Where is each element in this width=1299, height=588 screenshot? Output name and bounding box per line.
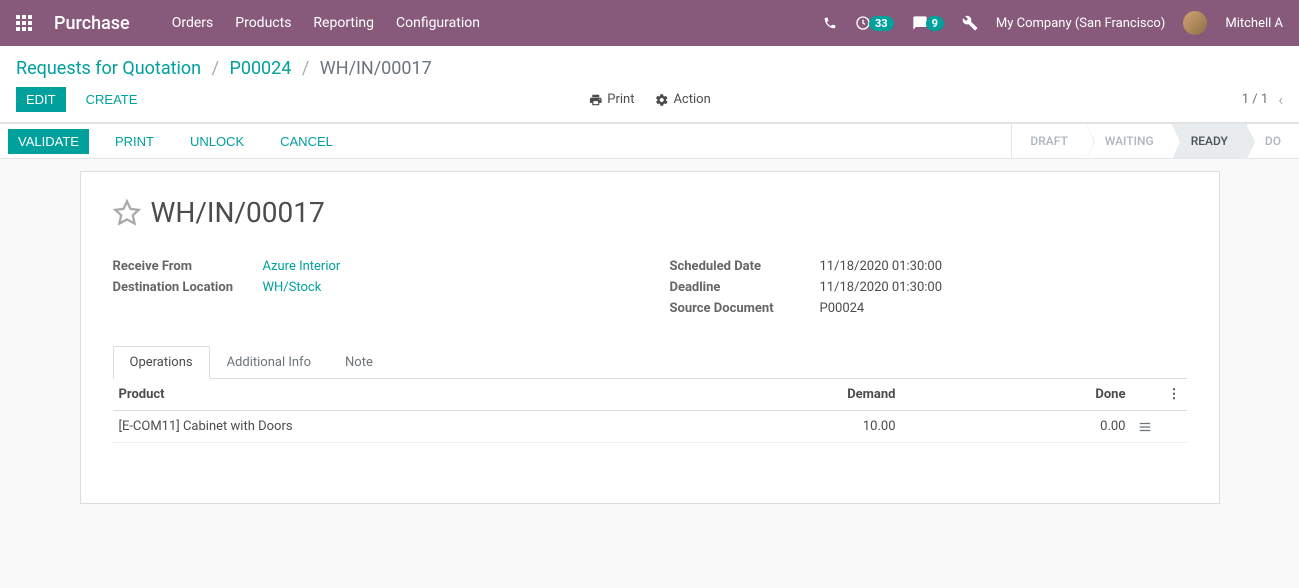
pager-prev[interactable]: ‹ — [1278, 90, 1283, 109]
field-destination: Destination Location WH/Stock — [113, 280, 630, 295]
step-ready[interactable]: READY — [1172, 124, 1246, 158]
fields-grid: Receive From Azure Interior Destination … — [113, 259, 1187, 322]
operations-table: Product Demand Done ⋮ [E-COM11] Cabinet … — [113, 379, 1187, 443]
validate-button[interactable]: VALIDATE — [8, 129, 89, 154]
source-value: P00024 — [820, 301, 865, 316]
cancel-button[interactable]: CANCEL — [270, 129, 343, 154]
source-label: Source Document — [670, 301, 820, 316]
col-demand[interactable]: Demand — [722, 379, 902, 411]
destination-value[interactable]: WH/Stock — [263, 280, 322, 295]
step-draft[interactable]: DRAFT — [1011, 124, 1085, 158]
status-steps: DRAFT WAITING READY DO — [1011, 124, 1299, 158]
avatar[interactable] — [1183, 11, 1207, 35]
star-icon[interactable] — [113, 199, 141, 227]
statusbar: VALIDATE PRINT UNLOCK CANCEL DRAFT WAITI… — [0, 123, 1299, 159]
action-label: Action — [673, 92, 710, 107]
company-switcher[interactable]: My Company (San Francisco) — [996, 16, 1165, 31]
field-deadline: Deadline 11/18/2020 01:30:00 — [670, 280, 1187, 295]
col-done[interactable]: Done — [902, 379, 1132, 411]
cell-product: [E-COM11] Cabinet with Doors — [113, 411, 722, 443]
phone-icon[interactable] — [823, 16, 837, 30]
breadcrumb-sep: / — [302, 58, 309, 79]
center-actions: Print Action — [588, 92, 711, 107]
print-button[interactable]: PRINT — [105, 129, 164, 154]
user-name[interactable]: Mitchell A — [1225, 16, 1283, 31]
tab-note[interactable]: Note — [328, 346, 390, 378]
navbar: Purchase Orders Products Reporting Confi… — [0, 0, 1299, 46]
detail-icon[interactable] — [1138, 420, 1156, 434]
scheduled-value: 11/18/2020 01:30:00 — [820, 259, 943, 274]
field-source: Source Document P00024 — [670, 301, 1187, 316]
col-menu-icon[interactable]: ⋮ — [1162, 379, 1187, 411]
cell-done: 0.00 — [902, 411, 1132, 443]
navbar-left: Purchase Orders Products Reporting Confi… — [16, 13, 480, 34]
col-product[interactable]: Product — [113, 379, 722, 411]
control-panel: Requests for Quotation / P00024 / WH/IN/… — [0, 46, 1299, 123]
breadcrumb-sep: / — [212, 58, 219, 79]
activities-badge: 33 — [869, 16, 894, 31]
status-actions: VALIDATE PRINT UNLOCK CANCEL — [8, 129, 343, 154]
breadcrumb-po[interactable]: P00024 — [229, 58, 291, 79]
receive-from-value[interactable]: Azure Interior — [263, 259, 341, 274]
activities-icon[interactable]: 33 — [855, 15, 894, 31]
print-dropdown[interactable]: Print — [588, 92, 634, 107]
cell-demand: 10.00 — [722, 411, 902, 443]
tab-operations[interactable]: Operations — [113, 346, 210, 379]
field-scheduled: Scheduled Date 11/18/2020 01:30:00 — [670, 259, 1187, 274]
messages-badge: 9 — [926, 16, 944, 31]
print-label: Print — [607, 92, 634, 107]
unlock-button[interactable]: UNLOCK — [180, 129, 254, 154]
action-dropdown[interactable]: Action — [654, 92, 710, 107]
fields-left: Receive From Azure Interior Destination … — [113, 259, 630, 322]
nav-reporting[interactable]: Reporting — [313, 15, 374, 31]
create-button[interactable]: CREATE — [76, 87, 148, 112]
step-waiting[interactable]: WAITING — [1086, 124, 1172, 158]
title-row: WH/IN/00017 — [113, 196, 1187, 229]
edit-button[interactable]: EDIT — [16, 87, 66, 112]
page-title: WH/IN/00017 — [151, 196, 325, 229]
breadcrumb-row: Requests for Quotation / P00024 / WH/IN/… — [0, 46, 1299, 87]
form-container: WH/IN/00017 Receive From Azure Interior … — [0, 159, 1299, 528]
deadline-label: Deadline — [670, 280, 820, 295]
nav-orders[interactable]: Orders — [172, 15, 214, 31]
tabs: Operations Additional Info Note — [113, 346, 1187, 379]
actions-row: EDIT CREATE Print Action 1 / 1 ‹ — [0, 87, 1299, 122]
destination-label: Destination Location — [113, 280, 263, 295]
gear-icon — [654, 93, 668, 107]
apps-icon[interactable] — [16, 15, 32, 31]
tab-additional[interactable]: Additional Info — [210, 346, 328, 378]
field-receive-from: Receive From Azure Interior — [113, 259, 630, 274]
navbar-right: 33 9 My Company (San Francisco) Mitchell… — [823, 11, 1283, 35]
messages-icon[interactable]: 9 — [912, 15, 944, 31]
receive-from-label: Receive From — [113, 259, 263, 274]
pager-value[interactable]: 1 / 1 — [1242, 92, 1268, 107]
nav-configuration[interactable]: Configuration — [396, 15, 480, 31]
deadline-value: 11/18/2020 01:30:00 — [820, 280, 943, 295]
brand[interactable]: Purchase — [54, 13, 130, 34]
breadcrumb: Requests for Quotation / P00024 / WH/IN/… — [16, 58, 1283, 79]
nav-menu: Orders Products Reporting Configuration — [172, 15, 480, 31]
form-sheet: WH/IN/00017 Receive From Azure Interior … — [80, 171, 1220, 504]
fields-right: Scheduled Date 11/18/2020 01:30:00 Deadl… — [670, 259, 1187, 322]
breadcrumb-current: WH/IN/00017 — [320, 58, 432, 79]
pager: 1 / 1 ‹ — [1242, 90, 1283, 109]
scheduled-label: Scheduled Date — [670, 259, 820, 274]
nav-products[interactable]: Products — [235, 15, 291, 31]
breadcrumb-rfq[interactable]: Requests for Quotation — [16, 58, 201, 79]
print-icon — [588, 93, 602, 107]
table-row[interactable]: [E-COM11] Cabinet with Doors 10.00 0.00 — [113, 411, 1187, 443]
debug-icon[interactable] — [962, 15, 978, 31]
